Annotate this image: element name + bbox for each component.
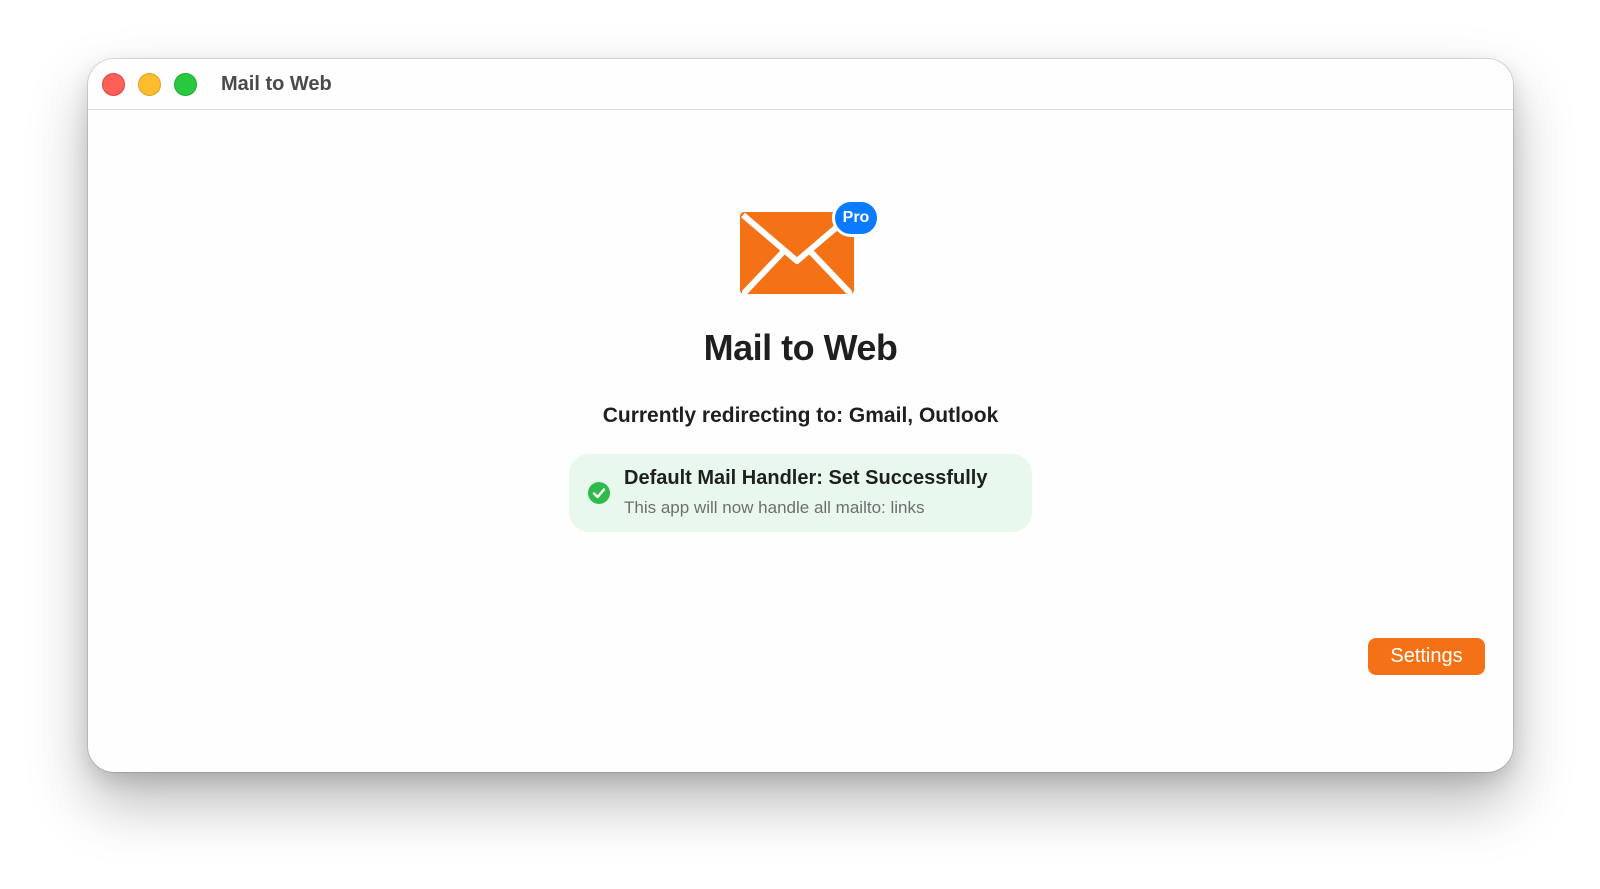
redirect-targets: Gmail, Outlook xyxy=(848,404,999,427)
maximize-window-button[interactable] xyxy=(174,73,197,96)
app-window: Mail to Web Pro Mail to Web Currently re… xyxy=(88,59,1513,772)
redirect-label: Currently redirecting to: xyxy=(602,404,849,427)
status-card: Default Mail Handler: Set Successfully T… xyxy=(569,454,1032,532)
status-title: Default Mail Handler: Set Successfully xyxy=(624,467,988,489)
settings-button[interactable]: Settings xyxy=(1368,638,1485,675)
checkmark-circle-icon xyxy=(588,482,610,504)
pro-badge: Pro xyxy=(832,199,880,237)
redirect-status: Currently redirecting to: Gmail, Outlook xyxy=(88,404,1513,428)
close-window-button[interactable] xyxy=(102,73,125,96)
status-subtitle: This app will now handle all mailto: lin… xyxy=(624,498,925,517)
window-title: Mail to Web xyxy=(221,73,332,95)
title-bar[interactable]: Mail to Web xyxy=(88,59,1513,110)
app-name-heading: Mail to Web xyxy=(703,327,898,368)
minimize-window-button[interactable] xyxy=(138,73,161,96)
